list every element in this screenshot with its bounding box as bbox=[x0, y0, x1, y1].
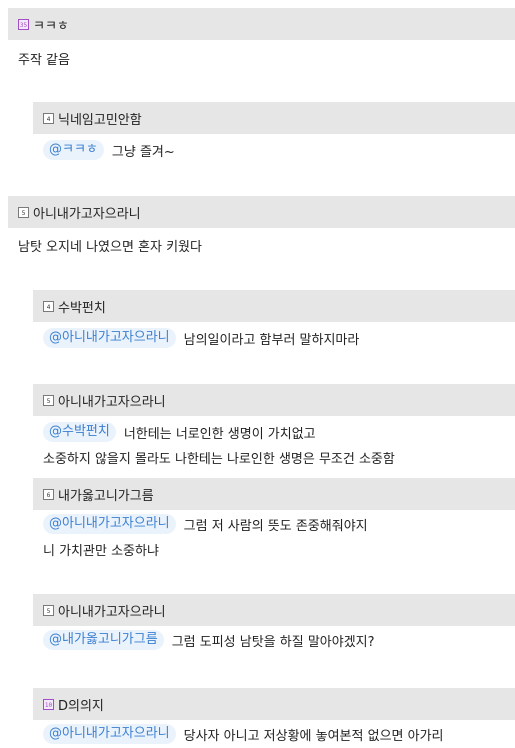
comment-text: 그냥 즐겨~ bbox=[111, 144, 175, 160]
reply-header: 4 닉네임고민안함 bbox=[33, 102, 515, 134]
comment-text: 그럼 도피성 남탓을 하질 말아야겠지? bbox=[171, 634, 375, 650]
comment-header: 5 아니내가고자으라니 bbox=[8, 196, 515, 228]
author-name[interactable]: 아니내가고자으라니 bbox=[33, 203, 141, 222]
reply-body: @아니내가고자으라니 당사자 아니고 저상황에 놓여본적 없으면 아가리 bbox=[43, 724, 444, 744]
comment-header: 35 ㅋㅋㅎ bbox=[8, 8, 515, 40]
author-name[interactable]: 아니내가고자으라니 bbox=[58, 391, 166, 410]
level-badge-icon: 5 bbox=[18, 206, 29, 218]
reply-body: @수박펀치 너한테는 너로인한 생명이 가치없고 bbox=[43, 422, 316, 442]
mention-tag[interactable]: @아니내가고자으라니 bbox=[43, 724, 176, 744]
reply-header: 6 내가옳고니가그름 bbox=[33, 478, 515, 510]
reply-body: @아니내가고자으라니 그럼 저 사람의 뜻도 존중해줘야지 bbox=[43, 514, 368, 534]
reply-header: 4 수박펀치 bbox=[33, 290, 515, 322]
mention-tag[interactable]: @아니내가고자으라니 bbox=[43, 328, 176, 348]
reply-header: 10 D의의지 bbox=[33, 688, 515, 720]
mention-tag[interactable]: @내가옳고니가그름 bbox=[43, 630, 164, 650]
comment-text: 남탓 오지네 나였으면 혼자 키웠다 bbox=[18, 240, 202, 255]
level-badge-icon: 4 bbox=[43, 112, 54, 124]
comment-text-line2: 소중하지 않을지 몰라도 나한테는 나로인한 생명은 무조건 소중함 bbox=[43, 452, 395, 467]
author-name[interactable]: 수박펀치 bbox=[58, 297, 106, 316]
level-badge-icon: 10 bbox=[43, 698, 54, 710]
reply-header: 5 아니내가고자으라니 bbox=[33, 594, 515, 626]
mention-tag[interactable]: @수박펀치 bbox=[43, 422, 116, 442]
mention-tag[interactable]: @ㅋㅋㅎ bbox=[43, 140, 104, 160]
reply-body: @ㅋㅋㅎ 그냥 즐겨~ bbox=[43, 140, 175, 160]
author-name[interactable]: 닉네임고민안함 bbox=[58, 109, 142, 128]
author-name[interactable]: D의의지 bbox=[58, 695, 104, 714]
author-name[interactable]: 아니내가고자으라니 bbox=[58, 601, 166, 620]
comment-text: 그럼 저 사람의 뜻도 존중해줘야지 bbox=[183, 518, 368, 534]
reply-body: @내가옳고니가그름 그럼 도피성 남탓을 하질 말아야겠지? bbox=[43, 630, 375, 650]
level-badge-icon: 35 bbox=[18, 18, 29, 30]
level-badge-icon: 6 bbox=[43, 488, 54, 500]
author-name[interactable]: ㅋㅋㅎ bbox=[33, 15, 69, 34]
reply-body: @아니내가고자으라니 남의일이라고 함부러 말하지마라 bbox=[43, 328, 359, 348]
level-badge-icon: 5 bbox=[43, 394, 54, 406]
comment-text: 너한테는 너로인한 생명이 가치없고 bbox=[123, 426, 316, 442]
reply-header: 5 아니내가고자으라니 bbox=[33, 384, 515, 416]
comment-text: 남의일이라고 함부러 말하지마라 bbox=[183, 332, 360, 348]
mention-tag[interactable]: @아니내가고자으라니 bbox=[43, 514, 176, 534]
comment-text: 주작 같음 bbox=[18, 53, 70, 68]
level-badge-icon: 4 bbox=[43, 300, 54, 312]
comment-text-line2: 니 가치관만 소중하냐 bbox=[43, 544, 159, 559]
level-badge-icon: 5 bbox=[43, 604, 54, 616]
author-name[interactable]: 내가옳고니가그름 bbox=[58, 485, 154, 504]
comment-text: 당사자 아니고 저상황에 놓여본적 없으면 아가리 bbox=[183, 728, 444, 744]
